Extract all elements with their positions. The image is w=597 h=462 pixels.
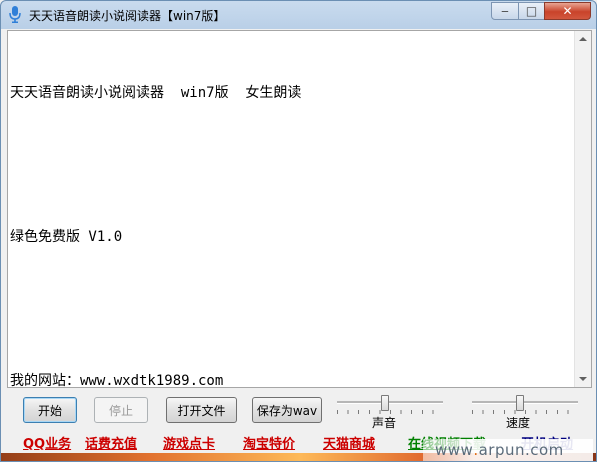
- save-wav-button[interactable]: 保存为wav: [252, 397, 322, 423]
- open-file-button[interactable]: 打开文件: [166, 397, 237, 423]
- scroll-up-icon[interactable]: [579, 37, 587, 41]
- volume-slider[interactable]: [331, 394, 449, 414]
- text-line: [10, 297, 575, 321]
- link-game-cards[interactable]: 游戏点卡: [163, 433, 215, 452]
- text-line: 天天语音朗读小说阅读器 win7版 女生朗读: [10, 85, 302, 101]
- link-tmall-mall[interactable]: 天猫商城: [323, 433, 375, 452]
- link-phone-recharge[interactable]: 话费充值: [85, 433, 137, 452]
- window-title: 天天语音朗读小说阅读器【win7版】: [29, 9, 226, 23]
- watermark-domain: arpun.com: [478, 441, 564, 459]
- stop-button[interactable]: 停止: [94, 397, 148, 423]
- title-bar[interactable]: 天天语音朗读小说阅读器【win7版】 ‒ □ ✕: [1, 1, 596, 28]
- slider-track: [337, 401, 443, 404]
- text-content: 天天语音朗读小说阅读器 win7版 女生朗读 绿色免费版 V1.0 我的网站：w…: [10, 33, 575, 441]
- watermark-prefix: www: [435, 441, 474, 459]
- close-button[interactable]: ✕: [544, 2, 591, 20]
- minimize-icon: ‒: [501, 4, 509, 18]
- start-button[interactable]: 开始: [23, 397, 77, 423]
- app-window: 天天语音朗读小说阅读器【win7版】 ‒ □ ✕ 天天语音朗读小说阅读器 win…: [0, 0, 597, 462]
- link-qq-service[interactable]: QQ业务: [23, 433, 71, 452]
- reading-text-area[interactable]: 天天语音朗读小说阅读器 win7版 女生朗读 绿色免费版 V1.0 我的网站：w…: [7, 30, 592, 389]
- close-icon: ✕: [562, 4, 573, 18]
- minimize-button[interactable]: ‒: [491, 2, 519, 20]
- text-line: 绿色免费版 V1.0: [10, 229, 123, 245]
- volume-label: 声音: [372, 416, 397, 430]
- vertical-scrollbar[interactable]: [574, 31, 591, 387]
- maximize-button[interactable]: □: [518, 2, 545, 20]
- link-taobao-deals[interactable]: 淘宝特价: [243, 433, 295, 452]
- slider-thumb[interactable]: [381, 395, 390, 411]
- slider-track: [472, 401, 578, 404]
- microphone-icon: [9, 6, 21, 23]
- text-line: [10, 153, 575, 177]
- text-line: 我的网站：www.wxdtk1989.com: [10, 373, 224, 389]
- maximize-icon: □: [525, 4, 538, 18]
- scroll-down-icon[interactable]: [579, 377, 587, 381]
- speed-label: 速度: [506, 416, 531, 430]
- speed-slider[interactable]: [466, 394, 584, 414]
- site-watermark: www. arpun.com: [423, 439, 593, 461]
- slider-thumb[interactable]: [516, 395, 525, 411]
